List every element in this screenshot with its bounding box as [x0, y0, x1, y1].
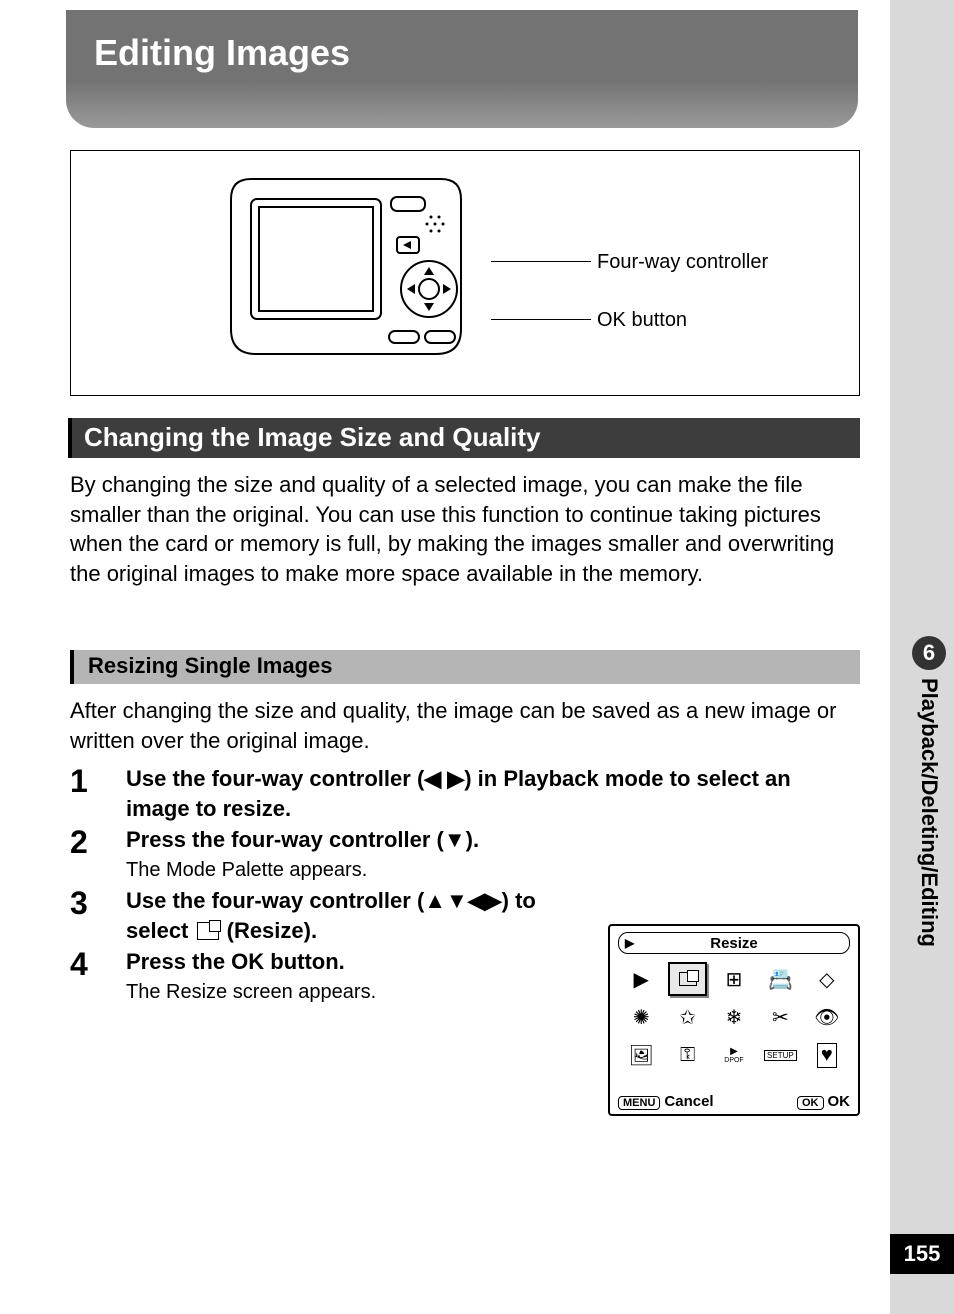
step-title: Use the four-way controller (◀ ▶) in Pla…	[126, 764, 860, 823]
step-3: 3 Use the four-way controller (▲▼◀▶) to …	[70, 886, 590, 945]
palette-header: ▶ Resize	[618, 932, 850, 954]
palette-icon: ▶	[622, 962, 660, 996]
step-number: 2	[70, 825, 126, 884]
intro-paragraph: By changing the size and quality of a se…	[70, 470, 860, 589]
camera-diagram-box: Four-way controller OK button	[70, 150, 860, 396]
play-icon: ▶	[625, 936, 634, 950]
palette-icon: ✺	[622, 1000, 660, 1034]
sub-heading: Resizing Single Images	[70, 650, 860, 684]
side-tab: 6 Playback/Deleting/Editing	[912, 636, 946, 947]
palette-icon: ⚿	[668, 1038, 706, 1072]
menu-key-icon: MENU	[618, 1096, 660, 1110]
callout-line	[491, 319, 591, 320]
callout-line	[491, 261, 591, 262]
palette-icon: 📇	[761, 962, 799, 996]
palette-icon: 🖼	[622, 1038, 660, 1072]
cancel-label: Cancel	[664, 1093, 713, 1110]
page-title-tab: Editing Images	[66, 10, 858, 128]
palette-icon: ✂	[761, 1000, 799, 1034]
palette-title: Resize	[710, 935, 758, 952]
step-title: Use the four-way controller (▲▼◀▶) to se…	[126, 886, 590, 945]
callout-fourway: Four-way controller	[597, 251, 768, 274]
palette-icon: ♥	[808, 1038, 846, 1072]
camera-illustration	[211, 159, 491, 379]
palette-icon: ▶DPOF	[715, 1038, 753, 1072]
palette-icon: 👁	[808, 1000, 846, 1034]
palette-grid: ▶ ⊞ 📇 ◇ ✺ ✩ ❄ ✂ 👁 🖼 ⚿ ▶DPOF SETUP ♥	[610, 958, 858, 1076]
palette-icon: ❄	[715, 1000, 753, 1034]
page-number: 155	[890, 1234, 954, 1274]
step-number: 4	[70, 947, 126, 1006]
page-content: Editing Images	[0, 0, 890, 1314]
step-note: The Mode Palette appears.	[126, 857, 860, 884]
mode-palette-screenshot: ▶ Resize ▶ ⊞ 📇 ◇ ✺ ✩ ❄ ✂ 👁 🖼 ⚿ ▶DPOF SET…	[608, 924, 860, 1116]
page-title: Editing Images	[94, 32, 830, 74]
palette-footer: MENU Cancel OK OK	[618, 1093, 850, 1110]
ok-label: OK	[828, 1093, 851, 1110]
palette-icon: ⊞	[715, 962, 753, 996]
palette-icon: ✩	[668, 1000, 706, 1034]
resize-icon	[197, 922, 219, 940]
step-2: 2 Press the four-way controller (▼). The…	[70, 825, 860, 884]
step-number: 1	[70, 764, 126, 823]
palette-icon: SETUP	[761, 1038, 799, 1072]
step-1: 1 Use the four-way controller (◀ ▶) in P…	[70, 764, 860, 823]
ok-key-icon: OK	[797, 1096, 824, 1110]
palette-icon-resize	[668, 962, 706, 996]
step-title: Press the four-way controller (▼).	[126, 825, 860, 855]
step-title: Press the OK button.	[126, 947, 590, 977]
after-paragraph: After changing the size and quality, the…	[70, 696, 860, 755]
callout-ok: OK button	[597, 309, 687, 332]
palette-icon: ◇	[808, 962, 846, 996]
chapter-label: Playback/Deleting/Editing	[916, 678, 942, 947]
step-number: 3	[70, 886, 126, 945]
section-heading: Changing the Image Size and Quality	[68, 418, 860, 458]
step-note: The Resize screen appears.	[126, 979, 590, 1006]
chapter-number-badge: 6	[912, 636, 946, 670]
step-4: 4 Press the OK button. The Resize screen…	[70, 947, 590, 1006]
